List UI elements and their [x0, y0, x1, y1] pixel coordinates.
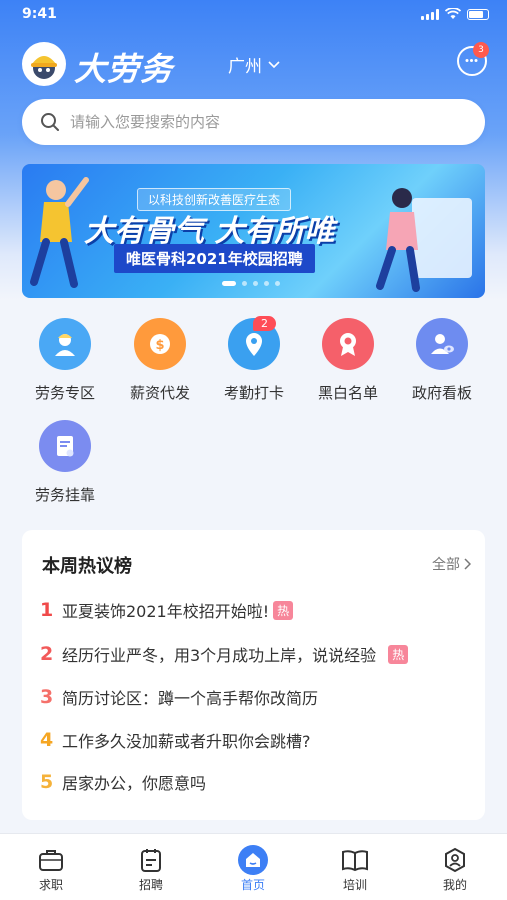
clipboard-icon	[141, 849, 161, 872]
hot-list-item[interactable]: 2 经历行业严冬，用3个月成功上岸，说说经验 热	[40, 642, 409, 666]
salary-coin-icon: $	[134, 318, 186, 370]
hot-item-text: 居家办公，你愿意吗	[62, 774, 207, 793]
menu-item-attendance[interactable]: 2 考勤打卡	[209, 316, 299, 403]
hot-list-item[interactable]: 4 工作多久没加薪或者升职你会跳槽?	[40, 728, 311, 752]
app-header: 大劳务 广州 3	[22, 40, 489, 88]
search-icon	[41, 113, 59, 131]
chevron-down-icon	[268, 60, 280, 68]
banner-pagination	[222, 281, 280, 286]
hot-list-item[interactable]: 1 亚夏装饰2021年校招开始啦! 热	[40, 598, 294, 622]
tab-label: 培训	[342, 878, 367, 892]
mascot-logo	[22, 42, 66, 86]
document-icon	[39, 420, 91, 472]
menu-item-blacklist[interactable]: 黑白名单	[303, 318, 393, 403]
menu-item-government-board[interactable]: 政府看板	[397, 318, 487, 403]
menu-item-labor-affiliation[interactable]: 劳务挂靠	[20, 420, 110, 505]
menu-label: 政府看板	[411, 384, 472, 402]
menu-label: 劳务专区	[34, 384, 95, 402]
menu-item-salary[interactable]: $ 薪资代发	[115, 318, 205, 403]
hot-list-title: 本周热议榜	[42, 556, 132, 577]
hot-list-more-link[interactable]: 全部	[432, 554, 471, 574]
search-bar[interactable]	[22, 99, 485, 145]
banner-illustration-right	[376, 188, 472, 292]
banner-campaign: 唯医骨科2021年校园招聘	[114, 244, 315, 273]
attendance-count-badge: 2	[253, 316, 276, 331]
rank-number: 2	[40, 643, 54, 665]
hot-tag: 热	[388, 644, 409, 664]
hot-item-text: 亚夏装饰2021年校招开始啦!	[62, 602, 270, 621]
menu-label: 薪资代发	[129, 384, 190, 402]
status-bar: 9:41	[0, 0, 507, 30]
search-input[interactable]	[70, 113, 450, 131]
rank-number: 5	[40, 771, 54, 793]
tab-profile[interactable]: 我的	[425, 846, 485, 893]
tab-label: 我的	[442, 878, 467, 892]
city-selector[interactable]: 广州	[228, 52, 280, 77]
rank-number: 4	[40, 729, 54, 751]
worker-icon	[39, 318, 91, 370]
chevron-right-icon	[464, 558, 471, 570]
hot-item-text: 简历讨论区：蹲一个高手帮你改简历	[62, 689, 319, 708]
svg-text:$: $	[155, 338, 164, 353]
status-time: 9:41	[22, 6, 57, 22]
book-icon	[342, 850, 368, 872]
tab-label: 求职	[38, 878, 63, 892]
menu-label: 考勤打卡	[223, 384, 284, 402]
person-eye-icon	[416, 318, 468, 370]
more-label: 全部	[432, 557, 460, 573]
battery-icon	[467, 8, 489, 20]
ribbon-badge-icon	[322, 318, 374, 370]
hot-tag: 热	[273, 600, 294, 620]
hot-list-item[interactable]: 5 居家办公，你愿意吗	[40, 770, 206, 794]
hot-list-item[interactable]: 3 简历讨论区：蹲一个高手帮你改简历	[40, 685, 318, 709]
city-label: 广州	[228, 57, 262, 77]
tab-label: 首页	[240, 878, 265, 892]
message-badge: 3	[473, 42, 489, 58]
briefcase-icon	[39, 850, 63, 871]
cellular-signal-icon	[421, 8, 439, 20]
menu-label: 黑白名单	[317, 384, 378, 402]
bottom-tab-bar: 求职 招聘 首页 培训 我的	[0, 833, 507, 900]
message-button[interactable]: 3	[457, 42, 489, 76]
promo-banner[interactable]: 以科技创新改善医疗生态 大有骨气 大有所唯 唯医骨科2021年校园招聘	[22, 164, 485, 298]
brand-logo-text: 大劳务	[74, 50, 174, 88]
hot-item-text: 工作多久没加薪或者升职你会跳槽?	[62, 732, 311, 751]
tab-training[interactable]: 培训	[325, 846, 385, 893]
hot-item-text: 经历行业严冬，用3个月成功上岸，说说经验	[62, 646, 377, 665]
tab-home[interactable]: 首页	[223, 845, 283, 893]
home-icon	[238, 845, 268, 875]
weekly-hot-list: 本周热议榜 全部 1 亚夏装饰2021年校招开始啦! 热 2 经历行业严冬，用3…	[22, 530, 485, 820]
rank-number: 1	[40, 599, 54, 621]
tab-job-search[interactable]: 求职	[21, 846, 81, 893]
status-icons	[421, 8, 489, 20]
menu-label: 劳务挂靠	[34, 486, 95, 504]
profile-icon	[445, 847, 465, 873]
wifi-icon	[445, 8, 461, 19]
menu-item-labor-zone[interactable]: 劳务专区	[20, 318, 110, 403]
tab-label: 招聘	[138, 878, 163, 892]
tab-recruit[interactable]: 招聘	[121, 846, 181, 893]
rank-number: 3	[40, 686, 54, 708]
